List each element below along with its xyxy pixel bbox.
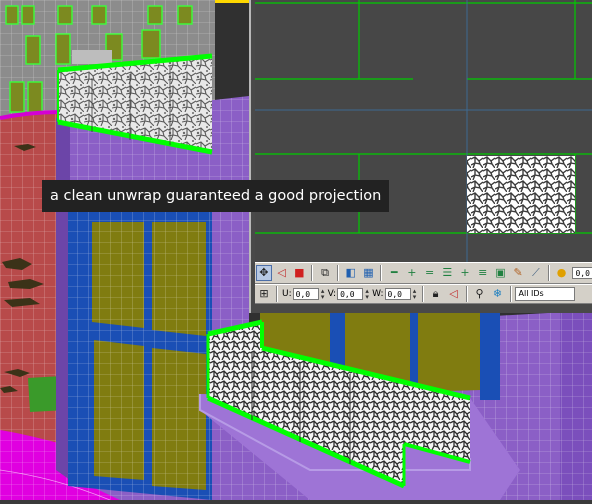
video-caption: a clean unwrap guaranteed a good project… (42, 180, 390, 212)
break-icon[interactable]: ▣ (493, 265, 509, 281)
toolbar-divider (380, 265, 383, 281)
show-map-icon[interactable]: ◁ (446, 286, 462, 302)
transform-mode-icon[interactable]: ⊞ (256, 286, 272, 302)
uv-grid (255, 0, 592, 262)
paint-icon[interactable]: ✎ (510, 265, 526, 281)
freeform-icon[interactable]: ▦ (361, 265, 377, 281)
u-field[interactable]: 0,0 (292, 288, 319, 300)
hide-icon[interactable]: ⚲ (472, 286, 488, 302)
rotate-icon[interactable]: ◁ (274, 265, 290, 281)
id-filter-dropdown[interactable]: All IDs (514, 287, 575, 301)
w-label: W: (372, 289, 384, 299)
toolbar-divider (465, 286, 468, 302)
toolbar-divider (421, 286, 424, 302)
align-icon[interactable]: + (404, 265, 420, 281)
uv-editor-window[interactable]: ✥ ◁ ■ ⧉ ◧ ▦ ━ + = ☰ + ≡ ▣ ✎ ⟋ ● 0,0 ⊞ U:… (249, 0, 592, 313)
u-label: U: (282, 289, 292, 299)
relax-icon[interactable]: + (457, 265, 473, 281)
freeze-icon[interactable]: ❄ (490, 286, 506, 302)
stop-icon[interactable]: ■ (291, 265, 307, 281)
pack-icon[interactable]: ≡ (475, 265, 491, 281)
brush-icon[interactable]: ⟋ (528, 265, 544, 281)
v-spinner-icon[interactable]: ▴ ▾ (363, 288, 371, 301)
weld-icon[interactable]: = (422, 265, 438, 281)
uv-toolbar-secondary: ⊞ U: 0,0 ▴ ▾ V: 0,0 ▴ ▾ W: 0,0 ▴ ▾ 🔒︎ ◁ ⚲ ❄… (255, 284, 592, 304)
u-spinner-icon[interactable]: ▴ ▾ (319, 288, 327, 301)
mirror-icon[interactable]: ◧ (343, 265, 359, 281)
v-label: V: (327, 289, 337, 299)
move-icon[interactable]: ✥ (256, 265, 272, 281)
stitch-icon[interactable]: ☰ (439, 265, 455, 281)
corner-value-field[interactable]: 0,0 (572, 267, 592, 279)
scale-icon[interactable]: ⧉ (317, 265, 333, 281)
v-field[interactable]: 0,0 (337, 288, 364, 300)
uv-editor-canvas[interactable] (255, 0, 592, 262)
uv-texture-preview (467, 156, 575, 233)
toolbar-divider (547, 265, 550, 281)
w-field[interactable]: 0,0 (384, 288, 411, 300)
toolbar-divider (336, 265, 339, 281)
w-spinner-icon[interactable]: ▴ ▾ (411, 288, 419, 301)
snap-icon[interactable]: ━ (386, 265, 402, 281)
lock-icon[interactable]: 🔒︎ (428, 286, 444, 302)
uv-toolbar-primary: ✥ ◁ ■ ⧉ ◧ ▦ ━ + = ☰ + ≡ ▣ ✎ ⟋ ● 0,0 (255, 262, 592, 284)
toolbar-divider (276, 286, 278, 302)
toolbar-divider (509, 286, 512, 302)
toolbar-divider (311, 265, 314, 281)
options-icon[interactable]: ● (554, 265, 570, 281)
